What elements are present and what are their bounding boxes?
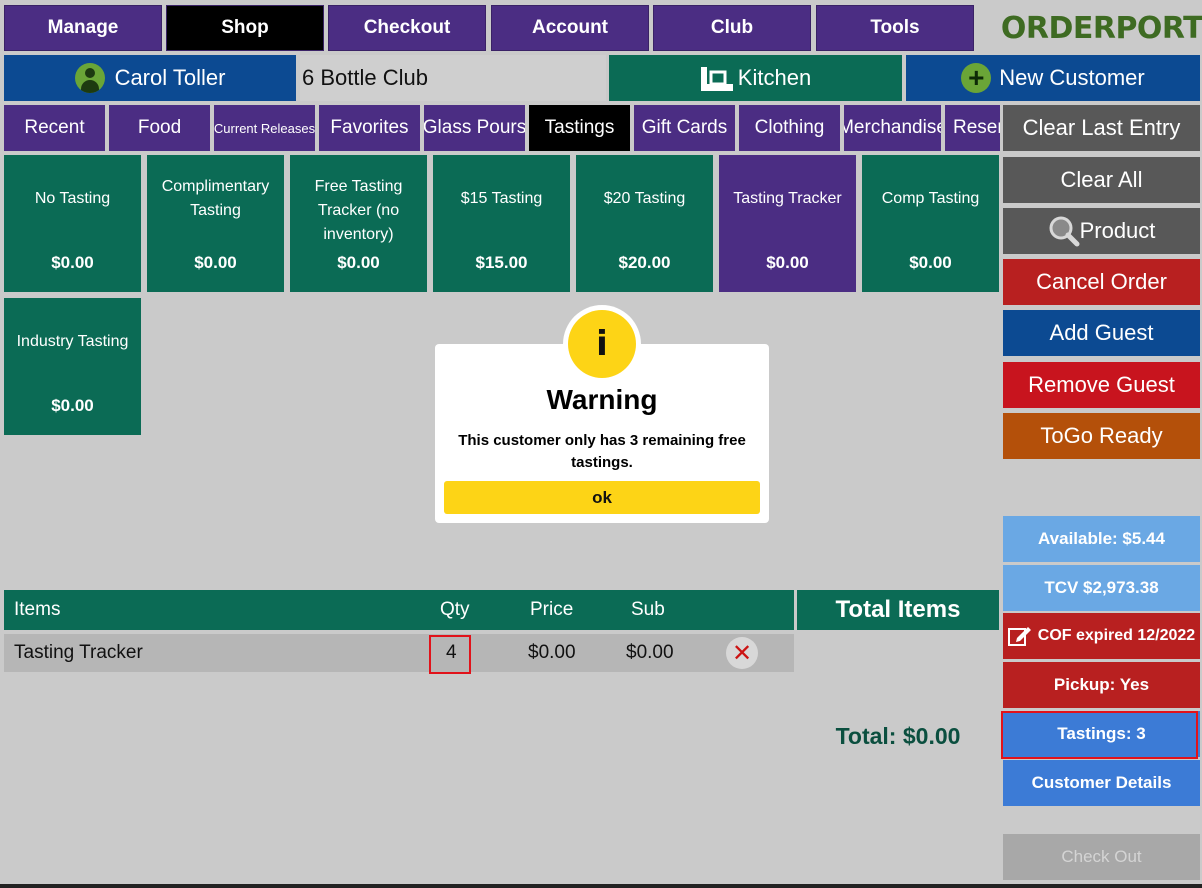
logo-text: ORDERPORT bbox=[1000, 10, 1202, 46]
product-name: Free Tasting Tracker (no inventory) bbox=[314, 178, 403, 243]
product-tile[interactable]: Industry Tasting $0.00 bbox=[4, 298, 141, 435]
cof-label: COF expired 12/2022 bbox=[1037, 627, 1196, 644]
product-tile[interactable]: $15 Tasting $15.00 bbox=[433, 155, 570, 292]
new-customer-label: New Customer bbox=[999, 65, 1145, 90]
product-name: Comp Tasting bbox=[881, 190, 980, 207]
pickup-button[interactable]: Pickup: Yes bbox=[1003, 662, 1200, 708]
header-price: Price bbox=[530, 599, 574, 620]
nav-checkout[interactable]: Checkout bbox=[328, 5, 486, 51]
available-balance[interactable]: Available: $5.44 bbox=[1003, 516, 1200, 562]
togo-ready-button[interactable]: ToGo Ready bbox=[1003, 413, 1200, 459]
search-icon bbox=[1049, 216, 1080, 247]
remove-guest-button[interactable]: Remove Guest bbox=[1003, 362, 1200, 408]
product-search-button[interactable]: Product bbox=[1003, 208, 1200, 254]
club-field: 6 Bottle Club bbox=[300, 55, 606, 101]
product-price: $15.00 bbox=[475, 253, 528, 272]
kitchen-label: Kitchen bbox=[737, 65, 812, 90]
info-icon: i bbox=[568, 310, 636, 378]
tab-tastings[interactable]: Tastings bbox=[529, 105, 630, 151]
customer-button[interactable]: Carol Toller bbox=[4, 55, 296, 101]
orderport-logo: ORDERPORT bbox=[1000, 4, 1202, 52]
table-row[interactable]: Tasting Tracker 4 $0.00 $0.00 ✕ bbox=[4, 634, 794, 672]
product-price: $0.00 bbox=[909, 253, 952, 272]
customer-name: Carol Toller bbox=[114, 65, 226, 90]
product-tile[interactable]: Comp Tasting $0.00 bbox=[862, 155, 999, 292]
product-search-label: Product bbox=[1079, 218, 1156, 243]
dialog-title: Warning bbox=[546, 384, 658, 415]
qty-highlight bbox=[429, 635, 471, 674]
tab-glass-pours[interactable]: Glass Pours bbox=[424, 105, 525, 151]
nav-account[interactable]: Account bbox=[491, 5, 649, 51]
edit-icon bbox=[1007, 627, 1031, 646]
item-sub: $0.00 bbox=[626, 642, 674, 663]
header-qty: Qty bbox=[440, 599, 470, 620]
product-price: $0.00 bbox=[51, 396, 94, 415]
header-items: Items bbox=[14, 599, 61, 620]
items-table-header: Items Qty Price Sub bbox=[4, 590, 794, 630]
tab-gift-cards[interactable]: Gift Cards bbox=[634, 105, 735, 151]
product-name: $15 Tasting bbox=[460, 190, 543, 207]
cancel-order-button[interactable]: Cancel Order bbox=[1003, 259, 1200, 305]
user-avatar-icon bbox=[74, 63, 105, 93]
product-name: Complimentary Tasting bbox=[161, 178, 270, 219]
product-price: $0.00 bbox=[194, 253, 237, 272]
info-badge: i bbox=[563, 305, 641, 383]
tab-recent[interactable]: Recent bbox=[4, 105, 105, 151]
nav-club[interactable]: Club bbox=[653, 5, 811, 51]
nav-tools[interactable]: Tools bbox=[816, 5, 974, 51]
add-guest-button[interactable]: Add Guest bbox=[1003, 310, 1200, 356]
product-price: $20.00 bbox=[618, 253, 671, 272]
order-total: Total: $0.00 bbox=[835, 722, 961, 749]
kitchen-button[interactable]: Kitchen bbox=[609, 55, 902, 101]
clear-all-button[interactable]: Clear All bbox=[1003, 157, 1200, 203]
tab-favorites[interactable]: Favorites bbox=[319, 105, 420, 151]
product-price: $0.00 bbox=[766, 253, 809, 272]
product-price: $0.00 bbox=[337, 253, 380, 272]
tab-merchandise[interactable]: Merchandise bbox=[844, 105, 941, 151]
tab-reserve[interactable]: Reserv bbox=[945, 105, 1000, 151]
dialog-message: This customer only has 3 remaining free … bbox=[458, 432, 746, 471]
product-name: Industry Tasting bbox=[16, 333, 129, 350]
product-tile[interactable]: Tasting Tracker $0.00 bbox=[719, 155, 856, 292]
check-out-button[interactable]: Check Out bbox=[1003, 834, 1200, 880]
tastings-highlight bbox=[1001, 711, 1198, 759]
clear-last-entry-button[interactable]: Clear Last Entry bbox=[1003, 105, 1200, 151]
tab-current-releases[interactable]: Current Releases bbox=[214, 105, 315, 151]
header-sub: Sub bbox=[631, 599, 665, 620]
customer-details-button[interactable]: Customer Details bbox=[1003, 760, 1200, 806]
item-price: $0.00 bbox=[528, 642, 576, 663]
product-price: $0.00 bbox=[51, 253, 94, 272]
nav-shop[interactable]: Shop bbox=[166, 5, 324, 51]
product-name: No Tasting bbox=[34, 190, 111, 207]
product-tile[interactable]: Complimentary Tasting $0.00 bbox=[147, 155, 284, 292]
tcv-value[interactable]: TCV $2,973.38 bbox=[1003, 565, 1200, 611]
product-tile[interactable]: Free Tasting Tracker (no inventory) $0.0… bbox=[290, 155, 427, 292]
total-items-header: Total Items bbox=[797, 590, 999, 630]
remove-item-button[interactable]: ✕ bbox=[726, 634, 758, 672]
plus-icon: + bbox=[961, 63, 992, 93]
new-customer-button[interactable]: + New Customer bbox=[906, 55, 1200, 101]
product-tile[interactable]: No Tasting $0.00 bbox=[4, 155, 141, 292]
close-icon: ✕ bbox=[726, 637, 758, 669]
product-name: Tasting Tracker bbox=[733, 190, 842, 207]
cof-expired-button[interactable]: COF expired 12/2022 bbox=[1003, 613, 1200, 659]
product-tile[interactable]: $20 Tasting $20.00 bbox=[576, 155, 713, 292]
tab-food[interactable]: Food bbox=[109, 105, 210, 151]
ok-button[interactable]: ok bbox=[444, 481, 760, 514]
kitchen-icon bbox=[700, 67, 733, 91]
bottom-edge bbox=[0, 884, 1202, 888]
item-name: Tasting Tracker bbox=[14, 642, 143, 663]
product-name: $20 Tasting bbox=[603, 190, 686, 207]
club-name: 6 Bottle Club bbox=[302, 65, 428, 90]
tab-clothing[interactable]: Clothing bbox=[739, 105, 840, 151]
nav-manage[interactable]: Manage bbox=[4, 5, 162, 51]
